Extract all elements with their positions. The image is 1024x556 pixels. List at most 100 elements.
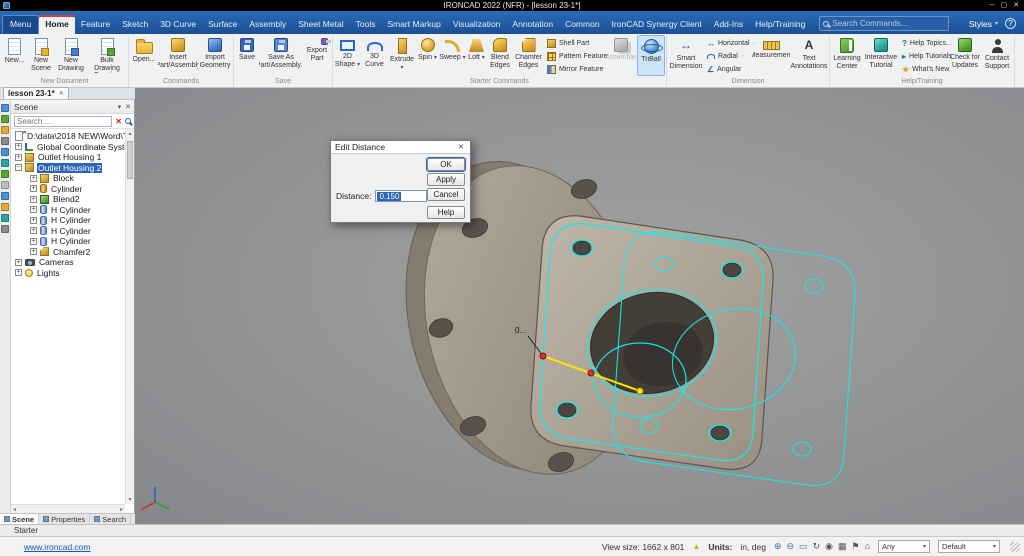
side-tool-icon[interactable] bbox=[1, 214, 9, 222]
ironcad-link[interactable]: www.ironcad.com bbox=[24, 542, 91, 552]
radial-dimension-button[interactable]: Radial ▾ bbox=[705, 51, 751, 62]
close-button[interactable]: ✕ bbox=[1013, 1, 1019, 11]
scroll-left-icon[interactable]: ◂ bbox=[13, 506, 16, 513]
menu-tab-help-training[interactable]: Help/Training bbox=[749, 15, 811, 34]
refresh-view-icon[interactable]: ↻ bbox=[813, 542, 821, 551]
side-tool-icon[interactable] bbox=[1, 203, 9, 211]
tree-item-h-cylinder[interactable]: + H Cylinder bbox=[11, 215, 134, 226]
menu-tab-smart-markup[interactable]: Smart Markup bbox=[381, 15, 446, 34]
tree-item-cameras[interactable]: + Cameras bbox=[11, 257, 134, 268]
horizontal-dimension-button[interactable]: ↔ Horizontal ▾ bbox=[705, 38, 756, 49]
expand-icon[interactable]: + bbox=[30, 206, 37, 214]
zoom-out-icon[interactable]: ⊖ bbox=[787, 542, 795, 551]
tree-item-h-cylinder[interactable]: + H Cylinder bbox=[11, 205, 134, 216]
tab-scene[interactable]: Scene bbox=[0, 514, 40, 524]
starter-label[interactable]: Starter bbox=[14, 526, 38, 535]
flag-icon[interactable]: ⚑ bbox=[851, 542, 859, 551]
insert-part-assembly-button[interactable]: Insert Part/Assembly bbox=[158, 35, 198, 76]
handle-point[interactable] bbox=[587, 369, 595, 377]
dialog-close-icon[interactable]: ✕ bbox=[456, 143, 466, 151]
distance-input[interactable]: 0.150 bbox=[375, 190, 428, 202]
plate-body[interactable] bbox=[530, 215, 774, 470]
shape-2d-button[interactable]: 2D Shape ▾ bbox=[334, 35, 361, 76]
dialog-title-bar[interactable]: Edit Distance ✕ bbox=[331, 141, 470, 154]
menu-tab-3d-curve[interactable]: 3D Curve bbox=[154, 15, 202, 34]
minimize-button[interactable]: ─ bbox=[990, 1, 995, 11]
menu-tab-assembly[interactable]: Assembly bbox=[243, 15, 292, 34]
scroll-down-icon[interactable]: ▾ bbox=[126, 496, 134, 503]
expand-icon[interactable]: + bbox=[30, 227, 37, 235]
styles-button[interactable]: Styles ▾ bbox=[969, 19, 998, 29]
expand-icon[interactable]: + bbox=[30, 237, 37, 245]
scene-search-input[interactable] bbox=[14, 115, 113, 127]
horizontal-scrollbar[interactable]: ◂ ▸ bbox=[11, 504, 125, 513]
tree-item-outlet-housing-1[interactable]: + Outlet Housing 1 bbox=[11, 152, 134, 163]
handle-point[interactable] bbox=[636, 387, 644, 395]
contact-support-button[interactable]: Contact Support bbox=[981, 35, 1013, 76]
side-tool-icon[interactable] bbox=[1, 192, 9, 200]
maximize-button[interactable]: ▢ bbox=[1001, 1, 1008, 11]
help-topics-button[interactable]: ? Help Topics... bbox=[900, 38, 952, 49]
expand-icon[interactable]: + bbox=[30, 195, 37, 203]
blend-edges-button[interactable]: Blend Edges bbox=[487, 35, 513, 76]
tree-item-block[interactable]: + Block bbox=[11, 173, 134, 184]
save-as-button[interactable]: Save As Part/Assembly... bbox=[259, 35, 303, 76]
menu-tab-ironcad-synergy-client[interactable]: IronCAD Synergy Client bbox=[606, 15, 708, 34]
grid-toggle-icon[interactable]: ▦ bbox=[838, 542, 847, 551]
check-for-updates-button[interactable]: Check for Updates bbox=[949, 35, 981, 76]
extrude-button[interactable]: Extrude ▾ bbox=[388, 35, 416, 76]
side-tool-icon[interactable] bbox=[1, 170, 9, 178]
side-tool-icon[interactable] bbox=[1, 137, 9, 145]
tree-item-cylinder[interactable]: + Cylinder bbox=[11, 184, 134, 195]
selection-filter-select[interactable]: Any ▾ bbox=[878, 540, 930, 553]
scroll-up-icon[interactable]: ▴ bbox=[126, 130, 134, 137]
menu-tab-add-ins[interactable]: Add-Ins bbox=[708, 15, 749, 34]
scroll-right-icon[interactable]: ▸ bbox=[120, 506, 123, 513]
handle-point[interactable] bbox=[539, 352, 547, 360]
whats-new-button[interactable]: ★ What's New bbox=[900, 64, 949, 75]
menu-tab-surface[interactable]: Surface bbox=[202, 15, 243, 34]
side-tool-icon[interactable] bbox=[1, 181, 9, 189]
clear-search-icon[interactable]: ✕ bbox=[115, 117, 122, 126]
pattern-feature-button[interactable]: Pattern Feature bbox=[545, 51, 608, 62]
vertical-scrollbar[interactable]: ▴ ▾ bbox=[125, 129, 134, 504]
apply-button[interactable]: Apply bbox=[427, 173, 465, 186]
expand-icon[interactable]: + bbox=[15, 153, 22, 161]
sweep-button[interactable]: Sweep ▾ bbox=[439, 35, 466, 76]
expand-icon[interactable]: + bbox=[30, 174, 37, 182]
text-annotations-button[interactable]: A Text Annotations bbox=[790, 35, 828, 76]
tree-item-global-coordinate-system[interactable]: + Global Coordinate System bbox=[11, 142, 134, 153]
side-tool-icon[interactable] bbox=[1, 115, 9, 123]
export-part-button[interactable]: Export Part bbox=[303, 35, 331, 76]
open-button[interactable]: Open... bbox=[130, 35, 158, 76]
expand-icon[interactable]: + bbox=[30, 248, 37, 256]
ok-button[interactable]: OK bbox=[427, 158, 465, 171]
render-style-select[interactable]: Default ▾ bbox=[938, 540, 1000, 553]
search-commands-input[interactable] bbox=[832, 19, 946, 28]
tree-item-h-cylinder[interactable]: + H Cylinder bbox=[11, 236, 134, 247]
menu-tab-home[interactable]: Home bbox=[39, 15, 75, 34]
expand-icon[interactable]: + bbox=[15, 258, 22, 266]
expand-icon[interactable]: + bbox=[15, 269, 22, 277]
save-button[interactable]: Save bbox=[235, 35, 259, 76]
tree-item-lights[interactable]: + Lights bbox=[11, 268, 134, 279]
expand-icon[interactable]: + bbox=[15, 143, 22, 151]
interactive-tutorial-button[interactable]: Interactive Tutorial bbox=[863, 35, 899, 76]
tree-item-outlet-housing-2[interactable]: − Outlet Housing 2 bbox=[11, 162, 134, 174]
side-tool-icon[interactable] bbox=[1, 225, 9, 233]
new-scene-button[interactable]: New Scene bbox=[27, 35, 55, 76]
side-tool-icon[interactable] bbox=[1, 104, 9, 112]
bulk-drawing-creation-button[interactable]: Bulk Drawing Creation bbox=[87, 35, 127, 76]
menu-tab-feature[interactable]: Feature bbox=[75, 15, 116, 34]
spin-button[interactable]: Spin ▾ bbox=[416, 35, 439, 76]
help-icon[interactable]: ? bbox=[1005, 18, 1016, 29]
assemble-button[interactable]: Assemble bbox=[604, 35, 637, 76]
mirror-feature-button[interactable]: Mirror Feature bbox=[545, 64, 603, 75]
close-tab-icon[interactable]: ✕ bbox=[59, 90, 64, 97]
resize-grip[interactable] bbox=[1010, 541, 1020, 552]
triball-button[interactable]: TriBall bbox=[637, 35, 665, 77]
import-geometry-button[interactable]: Import Geometry bbox=[198, 35, 232, 76]
expand-icon[interactable]: + bbox=[30, 216, 37, 224]
measurement-button[interactable]: Measurement bbox=[752, 35, 790, 76]
home-view-icon[interactable]: ⌂ bbox=[865, 542, 870, 551]
